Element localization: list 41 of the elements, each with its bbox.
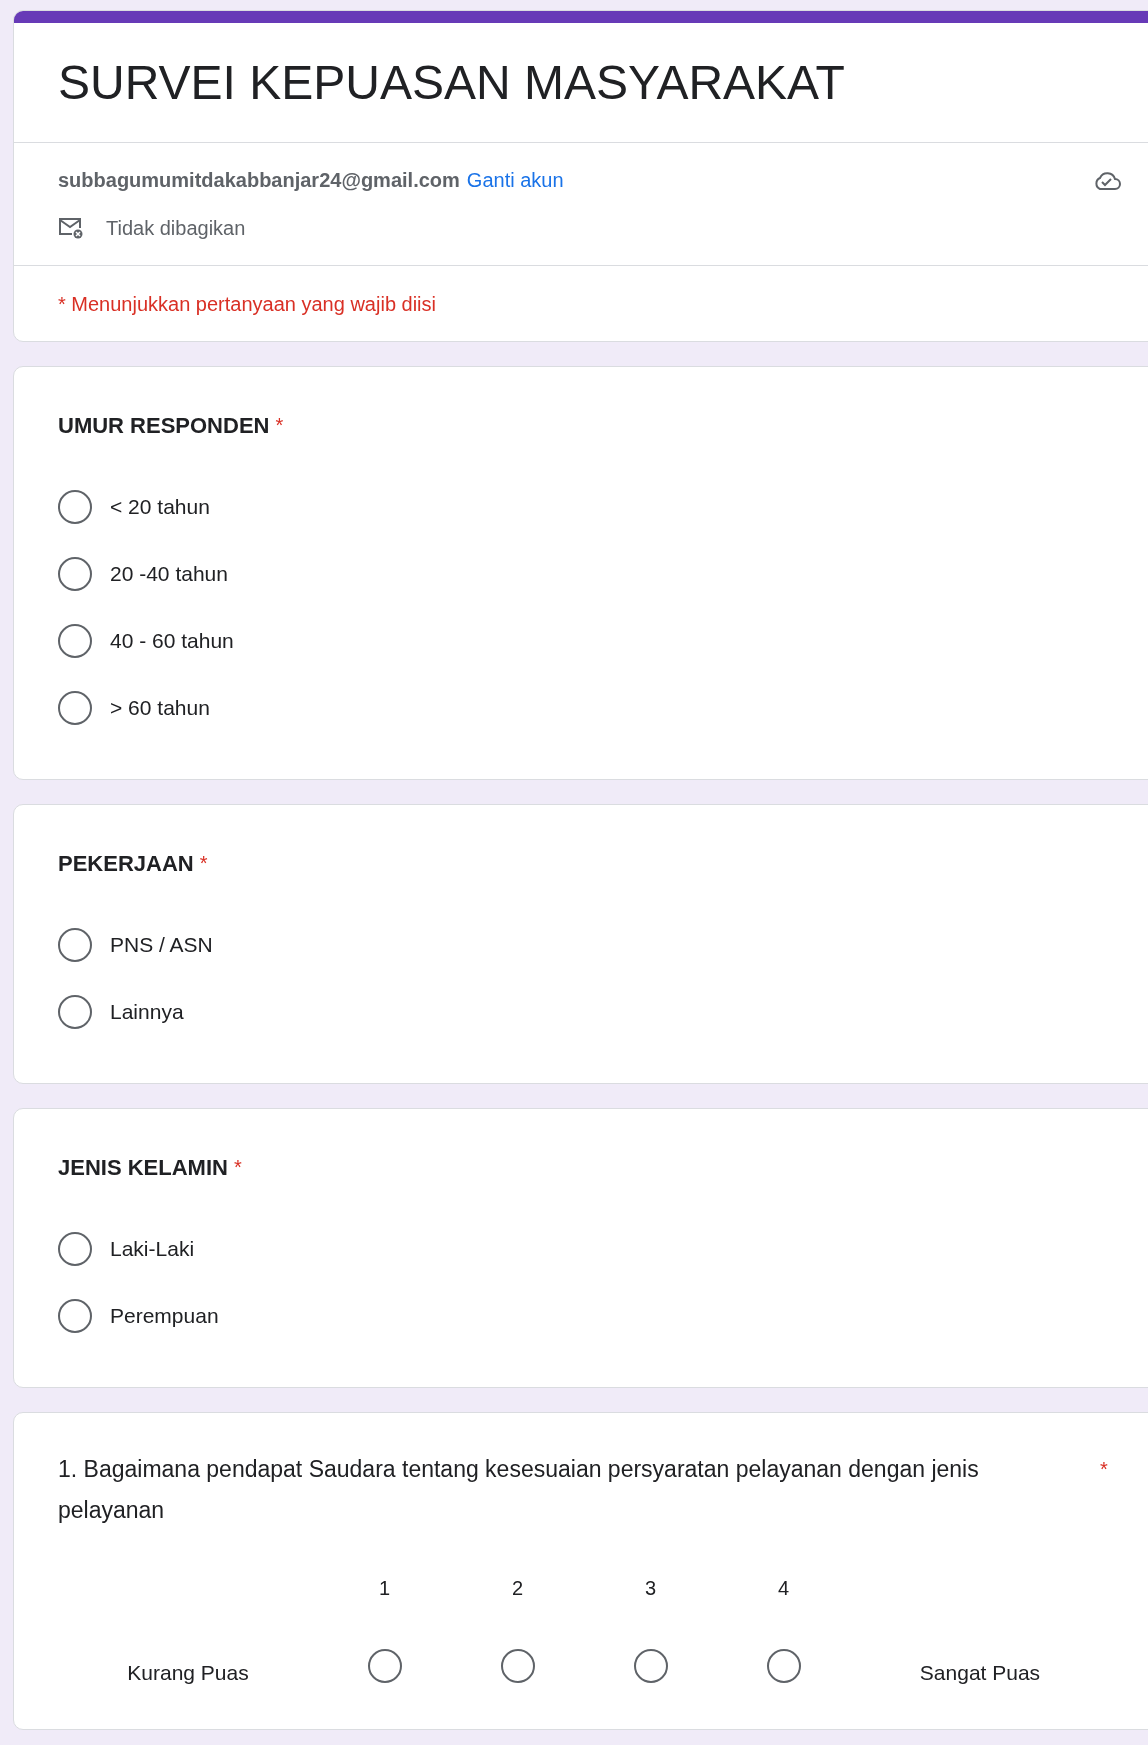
account-email: subbagumumitdakabbanjar24@gmail.com <box>58 168 460 193</box>
required-asterisk: * <box>199 851 208 876</box>
mail-off-icon <box>58 217 84 239</box>
option-label: 40 - 60 tahun <box>110 627 234 654</box>
radio-button[interactable] <box>58 994 92 1029</box>
form-title: SURVEI KEPUASAN MASYARAKAT <box>58 54 845 111</box>
radio-button[interactable] <box>58 690 92 725</box>
scale-number: 1 <box>378 1576 391 1601</box>
required-note: * Menunjukkan pertanyaan yang wajib diisi <box>58 291 436 317</box>
radio-button[interactable] <box>633 1648 668 1683</box>
scale-high-label: Sangat Puas <box>919 1660 1041 1686</box>
question-title: PEKERJAAN <box>58 849 194 878</box>
radio-button[interactable] <box>500 1648 535 1683</box>
radio-button[interactable] <box>367 1648 402 1683</box>
question-title: UMUR RESPONDEN <box>58 411 270 440</box>
cloud-check-icon <box>1093 169 1121 191</box>
radio-button[interactable] <box>58 489 92 524</box>
radio-button[interactable] <box>58 623 92 658</box>
question-title: 1. Bagaimana pendapat Saudara tentang kesesuaian persyaratan pelayanan dengan jenis pelayanan <box>58 1455 980 1525</box>
option-label: < 20 tahun <box>110 493 210 520</box>
required-asterisk: * <box>1100 1457 1108 1482</box>
required-asterisk: * <box>233 1155 242 1180</box>
radio-button[interactable] <box>766 1648 801 1683</box>
option-label: > 60 tahun <box>110 694 210 721</box>
option-label: PNS / ASN <box>110 931 213 958</box>
option-label: Laki-Laki <box>110 1235 195 1262</box>
sharing-status: Tidak dibagikan <box>106 216 246 241</box>
scale-low-label: Kurang Puas <box>127 1660 249 1686</box>
scale-number: 2 <box>511 1576 524 1601</box>
required-asterisk: * <box>275 413 284 438</box>
radio-button[interactable] <box>58 1298 92 1333</box>
scale-number: 4 <box>777 1576 790 1601</box>
radio-button[interactable] <box>58 556 92 591</box>
option-label: 20 -40 tahun <box>110 560 228 587</box>
radio-button[interactable] <box>58 1231 92 1266</box>
radio-button[interactable] <box>58 927 92 962</box>
scale-number: 3 <box>644 1576 657 1601</box>
switch-account-link[interactable]: Ganti akun <box>466 165 564 195</box>
option-label: Lainnya <box>110 998 184 1025</box>
question-title: JENIS KELAMIN <box>58 1153 228 1182</box>
option-label: Perempuan <box>110 1302 219 1329</box>
